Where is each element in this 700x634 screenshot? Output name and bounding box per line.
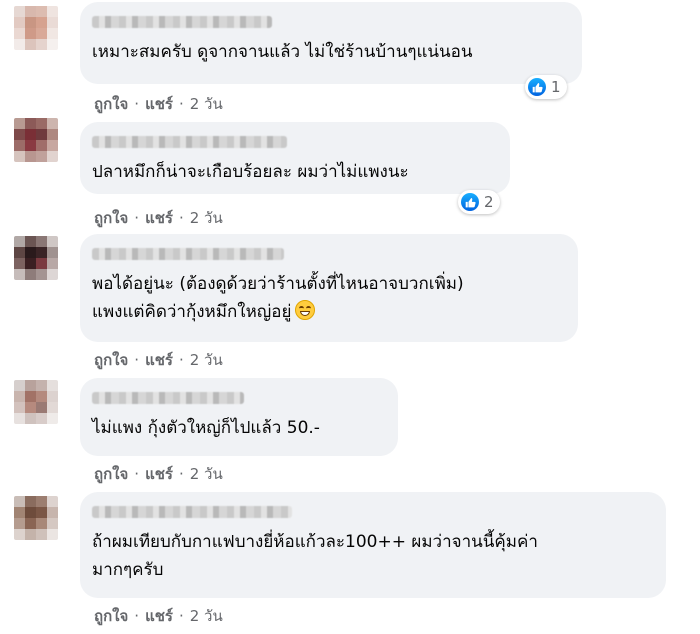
comment-text-line-2: แพงแต่คิดว่ากุ้งหมึกใหญ่อยู่ (92, 298, 564, 326)
timestamp[interactable]: 2 วัน (190, 351, 223, 369)
comment-bubble: พอได้อยู่นะ (ต้องดูด้วยว่าร้านตั้งที่ไหน… (80, 234, 578, 342)
like-action[interactable]: ถูกใจ (94, 465, 128, 483)
comment-actions: ถูกใจ · แชร์ · 2 วัน (94, 348, 223, 372)
comment-text: แพงแต่คิดว่ากุ้งหมึกใหญ่อยู่ (92, 302, 292, 322)
timestamp[interactable]: 2 วัน (190, 607, 223, 625)
separator: · (134, 465, 140, 483)
comment-actions: ถูกใจ · แชร์ · 2 วัน (94, 206, 223, 230)
separator: · (178, 209, 184, 227)
separator: · (178, 351, 184, 369)
timestamp[interactable]: 2 วัน (190, 465, 223, 483)
comment-actions: ถูกใจ · แชร์ · 2 วัน (94, 604, 223, 628)
like-thumb-icon (528, 78, 546, 96)
comment-text: เหมาะสมครับ ดูจากจานแล้ว ไม่ใช่ร้านบ้านๆ… (92, 42, 473, 62)
avatar[interactable] (14, 380, 58, 424)
comment-text: พอได้อยู่นะ (ต้องดูด้วยว่าร้านตั้งที่ไหน… (92, 274, 464, 294)
share-action[interactable]: แชร์ (145, 607, 173, 625)
reaction-count: 1 (551, 78, 561, 96)
like-action[interactable]: ถูกใจ (94, 607, 128, 625)
avatar[interactable] (14, 118, 58, 162)
separator: · (134, 209, 140, 227)
share-action[interactable]: แชร์ (145, 95, 173, 113)
comment-text: มากๆครับ (92, 560, 164, 580)
reaction-count: 2 (484, 193, 494, 211)
author-name-blurred[interactable] (92, 136, 287, 148)
author-name-blurred[interactable] (92, 506, 292, 518)
avatar[interactable] (14, 496, 58, 540)
separator: · (134, 351, 140, 369)
avatar[interactable] (14, 6, 58, 50)
like-thumb-icon (461, 193, 479, 211)
share-action[interactable]: แชร์ (145, 465, 173, 483)
author-name-blurred[interactable] (92, 248, 284, 260)
like-action[interactable]: ถูกใจ (94, 351, 128, 369)
avatar[interactable] (14, 236, 58, 280)
comment-actions: ถูกใจ · แชร์ · 2 วัน (94, 462, 223, 486)
comment-bubble: ถ้าผมเทียบกับกาแฟบางยี่ห้อแก้วละ100++ ผม… (80, 492, 666, 598)
like-action[interactable]: ถูกใจ (94, 95, 128, 113)
separator: · (134, 95, 140, 113)
author-name-blurred[interactable] (92, 16, 272, 28)
separator: · (178, 465, 184, 483)
share-action[interactable]: แชร์ (145, 209, 173, 227)
comment-text: ปลาหมึกก็น่าจะเกือบร้อยละ ผมว่าไม่แพงนะ (92, 162, 409, 182)
author-name-blurred[interactable] (92, 392, 244, 404)
reaction-summary[interactable]: 2 (458, 190, 500, 214)
comment-bubble: เหมาะสมครับ ดูจากจานแล้ว ไม่ใช่ร้านบ้านๆ… (80, 2, 582, 84)
separator: · (178, 95, 184, 113)
comment-bubble: ไม่แพง กุ้งตัวใหญ่ก็ไปแล้ว 50.- (80, 378, 398, 456)
comment-text: ไม่แพง กุ้งตัวใหญ่ก็ไปแล้ว 50.- (92, 418, 320, 438)
comment-text: ถ้าผมเทียบกับกาแฟบางยี่ห้อแก้วละ100++ ผม… (92, 532, 538, 552)
reaction-summary[interactable]: 1 (525, 75, 567, 99)
separator: · (134, 607, 140, 625)
grinning-face-icon (295, 300, 316, 320)
timestamp[interactable]: 2 วัน (190, 95, 223, 113)
separator: · (178, 607, 184, 625)
comment-bubble: ปลาหมึกก็น่าจะเกือบร้อยละ ผมว่าไม่แพงนะ (80, 122, 510, 194)
comment-actions: ถูกใจ · แชร์ · 2 วัน (94, 92, 223, 116)
like-action[interactable]: ถูกใจ (94, 209, 128, 227)
share-action[interactable]: แชร์ (145, 351, 173, 369)
timestamp[interactable]: 2 วัน (190, 209, 223, 227)
